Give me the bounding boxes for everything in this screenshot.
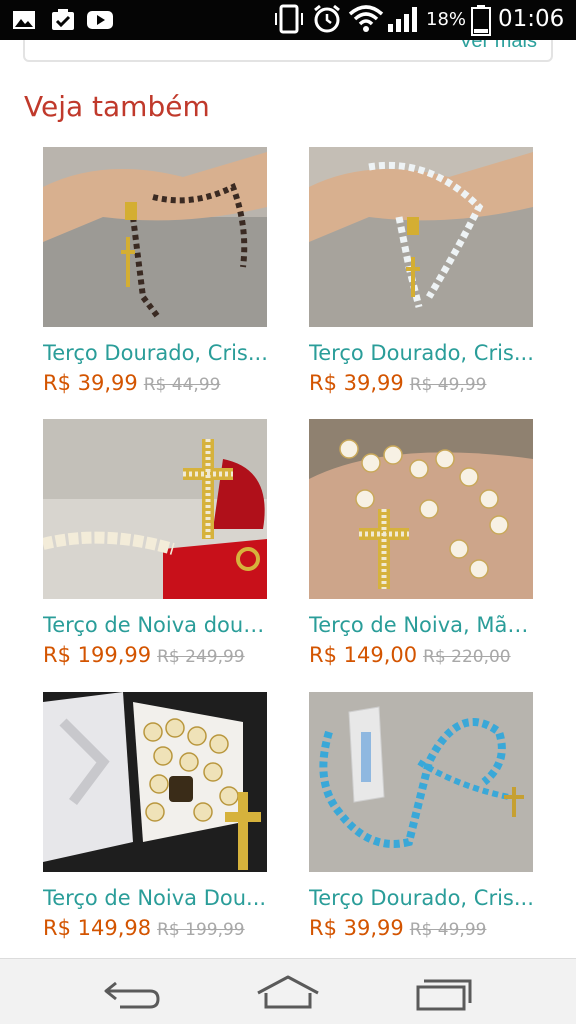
recent-apps-icon[interactable] (406, 969, 486, 1015)
clipboard-check-icon (52, 9, 74, 30)
product-price: R$ 199,99 (43, 643, 152, 667)
product-price: R$ 39,99 (309, 916, 404, 940)
product-image[interactable] (43, 147, 267, 327)
product-old-price: R$ 249,99 (157, 647, 245, 667)
product-card[interactable]: Terço de Noiva Dou... R$ 149,98 R$ 199,99 (43, 692, 269, 944)
product-card[interactable]: Terço de Noiva dour... R$ 199,99 R$ 249,9… (41, 419, 269, 671)
phone-vibrate-icon (275, 4, 303, 34)
product-name[interactable]: Terço de Noiva dour... (43, 611, 269, 639)
clock: 01:06 (498, 6, 565, 32)
see-more-link[interactable]: Ver mais (459, 40, 537, 53)
product-prices: R$ 39,99 R$ 44,99 (43, 369, 269, 399)
navigation-bar (0, 958, 576, 1024)
youtube-icon (87, 11, 113, 29)
product-old-price: R$ 49,99 (409, 920, 487, 940)
product-old-price: R$ 44,99 (143, 375, 221, 395)
product-image[interactable] (43, 692, 267, 872)
product-price: R$ 149,00 (309, 643, 418, 667)
product-prices: R$ 39,99 R$ 49,99 (309, 914, 535, 944)
home-icon[interactable] (248, 969, 328, 1015)
product-name[interactable]: Terço Dourado, Cris... (309, 339, 535, 367)
image-icon (13, 11, 35, 29)
product-prices: R$ 149,00 R$ 220,00 (309, 641, 535, 671)
product-card[interactable]: Terço de Noiva, Mãe... R$ 149,00 R$ 220,0… (309, 419, 535, 671)
product-prices: R$ 39,99 R$ 49,99 (309, 369, 535, 399)
product-image[interactable] (309, 692, 533, 872)
product-old-price: R$ 49,99 (409, 375, 487, 395)
page-content: Ver mais Veja também Terço Dourado, Cris… (0, 40, 576, 958)
signal-icon (388, 7, 417, 32)
product-price: R$ 149,98 (43, 916, 152, 940)
status-bar: 18% 01:06 (0, 0, 576, 40)
product-name[interactable]: Terço Dourado, Cris... (43, 339, 269, 367)
product-card[interactable]: Terço Dourado, Cris... R$ 39,99 R$ 44,99 (43, 147, 269, 399)
product-card[interactable]: Terço Dourado, Cris... R$ 39,99 R$ 49,99 (309, 692, 535, 944)
alarm-icon (314, 4, 340, 33)
product-old-price: R$ 220,00 (423, 647, 511, 667)
product-image[interactable] (309, 419, 533, 599)
product-prices: R$ 199,99 R$ 249,99 (43, 641, 269, 671)
product-image[interactable] (41, 419, 267, 599)
product-name[interactable]: Terço de Noiva, Mãe... (309, 611, 535, 639)
product-old-price: R$ 199,99 (157, 920, 245, 940)
product-image[interactable] (309, 147, 533, 327)
battery-percent: 18% (426, 9, 467, 30)
product-name[interactable]: Terço Dourado, Cris... (309, 884, 535, 912)
product-card[interactable]: Terço Dourado, Cris... R$ 39,99 R$ 49,99 (309, 147, 535, 399)
product-price: R$ 39,99 (43, 371, 138, 395)
section-title: Veja também (24, 90, 210, 123)
battery-icon (471, 5, 491, 36)
previous-section-card: Ver mais (23, 40, 553, 62)
product-name[interactable]: Terço de Noiva Dou... (43, 884, 269, 912)
back-icon[interactable] (98, 969, 178, 1015)
product-prices: R$ 149,98 R$ 199,99 (43, 914, 269, 944)
wifi-icon (348, 5, 384, 32)
product-price: R$ 39,99 (309, 371, 404, 395)
